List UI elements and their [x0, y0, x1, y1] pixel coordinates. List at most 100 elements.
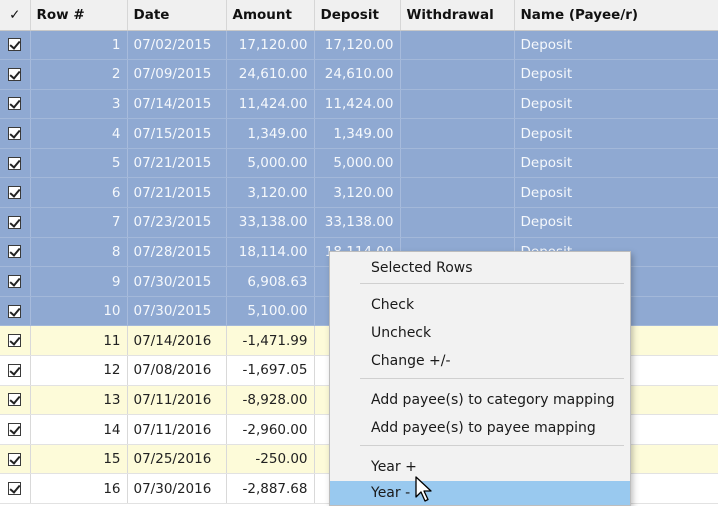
menu-item-add-payee-category-mapping[interactable]: Add payee(s) to category mapping [330, 388, 630, 412]
row-checkbox[interactable] [8, 304, 22, 318]
name-cell[interactable]: Deposit [514, 207, 718, 238]
row-checkbox-cell[interactable] [0, 177, 31, 209]
row-checkbox[interactable] [8, 452, 22, 466]
row-checkbox[interactable] [8, 38, 22, 52]
row-checkbox[interactable] [8, 275, 22, 289]
row-number-cell[interactable]: 8 [30, 237, 128, 268]
deposit-cell[interactable]: 11,424.00 [314, 89, 401, 120]
column-header-deposit[interactable]: Deposit [314, 0, 401, 31]
row-checkbox[interactable] [8, 156, 22, 170]
table-row[interactable]: 5 07/21/2015 5,000.00 5,000.00 Deposit [0, 148, 718, 179]
date-cell[interactable]: 07/14/2016 [127, 325, 227, 357]
row-checkbox-cell[interactable] [0, 30, 31, 61]
table-row[interactable]: 3 07/14/2015 11,424.00 11,424.00 Deposit [0, 89, 718, 120]
amount-cell[interactable]: -2,887.68 [226, 473, 315, 504]
row-checkbox-cell[interactable] [0, 89, 31, 120]
amount-cell[interactable]: -250.00 [226, 444, 315, 475]
row-number-cell[interactable]: 5 [30, 148, 128, 179]
row-number-cell[interactable]: 6 [30, 177, 128, 209]
deposit-cell[interactable]: 5,000.00 [314, 148, 401, 179]
row-checkbox-cell[interactable] [0, 266, 31, 297]
withdrawal-cell[interactable] [400, 30, 515, 61]
date-cell[interactable]: 07/30/2015 [127, 266, 227, 297]
date-cell[interactable]: 07/21/2015 [127, 177, 227, 209]
row-number-cell[interactable]: 2 [30, 59, 128, 90]
row-checkbox[interactable] [8, 97, 22, 111]
row-checkbox[interactable] [8, 423, 22, 437]
row-checkbox-cell[interactable] [0, 296, 31, 327]
row-checkbox-cell[interactable] [0, 148, 31, 179]
row-checkbox[interactable] [8, 363, 22, 377]
row-checkbox-cell[interactable] [0, 207, 31, 238]
withdrawal-cell[interactable] [400, 148, 515, 179]
deposit-cell[interactable]: 33,138.00 [314, 207, 401, 238]
date-cell[interactable]: 07/23/2015 [127, 207, 227, 238]
column-header-name[interactable]: Name (Payee/r) [514, 0, 718, 31]
row-checkbox-cell[interactable] [0, 385, 31, 416]
amount-cell[interactable]: 5,000.00 [226, 148, 315, 179]
amount-cell[interactable]: 33,138.00 [226, 207, 315, 238]
row-checkbox-cell[interactable] [0, 325, 31, 357]
row-number-cell[interactable]: 14 [30, 414, 128, 445]
amount-cell[interactable]: 3,120.00 [226, 177, 315, 209]
row-number-cell[interactable]: 13 [30, 385, 128, 416]
menu-item-add-payee-payee-mapping[interactable]: Add payee(s) to payee mapping [330, 416, 630, 440]
name-cell[interactable]: Deposit [514, 59, 718, 90]
amount-cell[interactable]: 18,114.00 [226, 237, 315, 268]
table-row[interactable]: 6 07/21/2015 3,120.00 3,120.00 Deposit [0, 177, 718, 209]
row-checkbox[interactable] [8, 186, 22, 200]
row-number-cell[interactable]: 15 [30, 444, 128, 475]
menu-item-check[interactable]: Check [330, 293, 630, 317]
date-cell[interactable]: 07/28/2015 [127, 237, 227, 268]
row-checkbox[interactable] [8, 482, 22, 496]
amount-cell[interactable]: -2,960.00 [226, 414, 315, 445]
row-number-cell[interactable]: 4 [30, 118, 128, 149]
name-cell[interactable]: Deposit [514, 177, 718, 209]
amount-cell[interactable]: -1,697.05 [226, 355, 315, 386]
menu-item-change-sign[interactable]: Change +/- [330, 349, 630, 373]
name-cell[interactable]: Deposit [514, 148, 718, 179]
withdrawal-cell[interactable] [400, 118, 515, 149]
deposit-cell[interactable]: 17,120.00 [314, 30, 401, 61]
date-cell[interactable]: 07/21/2015 [127, 148, 227, 179]
row-checkbox[interactable] [8, 245, 22, 259]
row-checkbox-cell[interactable] [0, 473, 31, 504]
date-cell[interactable]: 07/11/2016 [127, 414, 227, 445]
menu-item-year-minus[interactable]: Year - [330, 481, 630, 505]
withdrawal-cell[interactable] [400, 59, 515, 90]
date-cell[interactable]: 07/02/2015 [127, 30, 227, 61]
row-number-cell[interactable]: 3 [30, 89, 128, 120]
column-header-withdrawal[interactable]: Withdrawal [400, 0, 515, 31]
date-cell[interactable]: 07/15/2015 [127, 118, 227, 149]
date-cell[interactable]: 07/30/2016 [127, 473, 227, 504]
row-checkbox[interactable] [8, 393, 22, 407]
row-checkbox[interactable] [8, 127, 22, 141]
row-number-cell[interactable]: 12 [30, 355, 128, 386]
withdrawal-cell[interactable] [400, 207, 515, 238]
name-cell[interactable]: Deposit [514, 89, 718, 120]
date-cell[interactable]: 07/09/2015 [127, 59, 227, 90]
amount-cell[interactable]: 5,100.00 [226, 296, 315, 327]
row-number-cell[interactable]: 16 [30, 473, 128, 504]
table-row[interactable]: 1 07/02/2015 17,120.00 17,120.00 Deposit [0, 30, 718, 61]
amount-cell[interactable]: 1,349.00 [226, 118, 315, 149]
date-cell[interactable]: 07/14/2015 [127, 89, 227, 120]
date-cell[interactable]: 07/11/2016 [127, 385, 227, 416]
row-checkbox[interactable] [8, 67, 22, 81]
amount-cell[interactable]: -8,928.00 [226, 385, 315, 416]
name-cell[interactable]: Deposit [514, 30, 718, 61]
row-checkbox-cell[interactable] [0, 237, 31, 268]
column-header-amount[interactable]: Amount [226, 0, 315, 31]
deposit-cell[interactable]: 24,610.00 [314, 59, 401, 90]
menu-item-year-plus[interactable]: Year + [330, 455, 630, 479]
column-header-row-number[interactable]: Row # [30, 0, 128, 31]
date-cell[interactable]: 07/30/2015 [127, 296, 227, 327]
row-number-cell[interactable]: 7 [30, 207, 128, 238]
amount-cell[interactable]: 17,120.00 [226, 30, 315, 61]
amount-cell[interactable]: 24,610.00 [226, 59, 315, 90]
column-header-date[interactable]: Date [127, 0, 227, 31]
deposit-cell[interactable]: 3,120.00 [314, 177, 401, 209]
row-number-cell[interactable]: 1 [30, 30, 128, 61]
withdrawal-cell[interactable] [400, 177, 515, 209]
amount-cell[interactable]: 6,908.63 [226, 266, 315, 297]
